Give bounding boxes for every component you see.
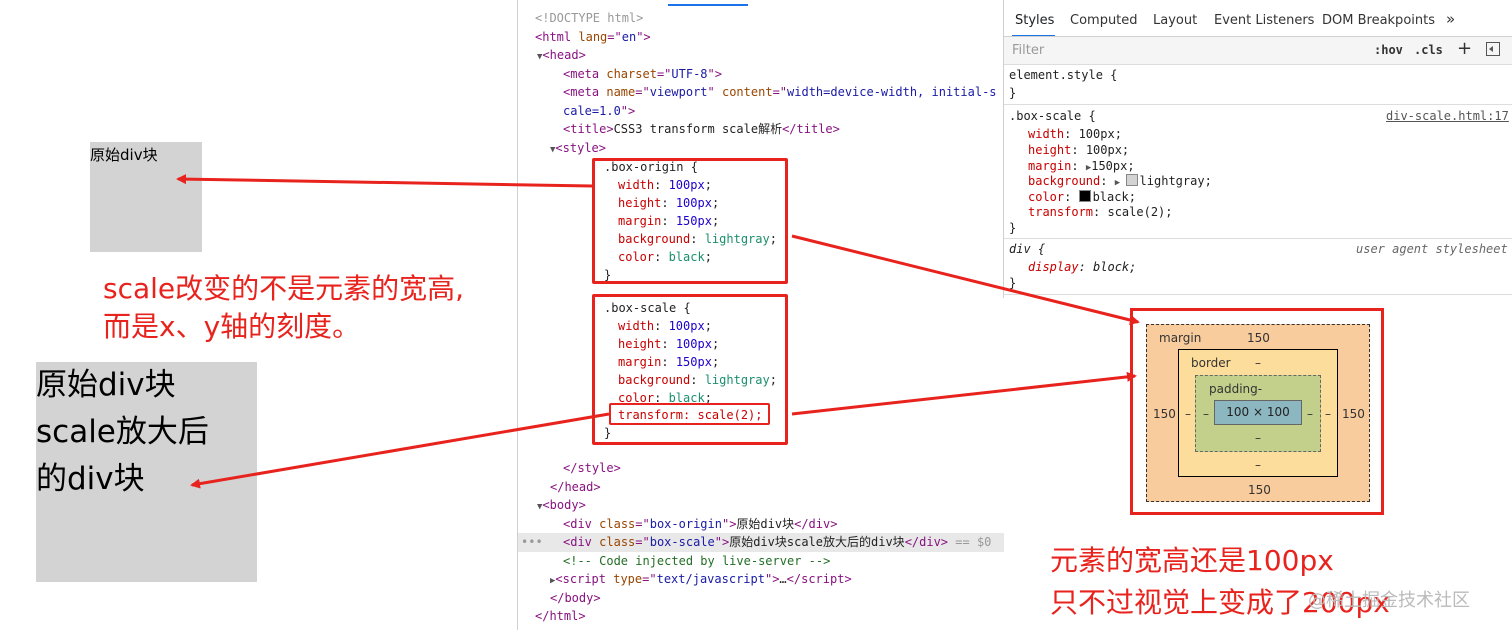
annotation-arrows — [176, 174, 1140, 489]
arrow-transform-to-preview — [190, 412, 610, 489]
arrow-transform-to-boxmodel — [791, 371, 1137, 416]
arrow-origin-to-boxmodel — [791, 234, 1140, 325]
arrow-origin-to-preview — [176, 174, 593, 188]
